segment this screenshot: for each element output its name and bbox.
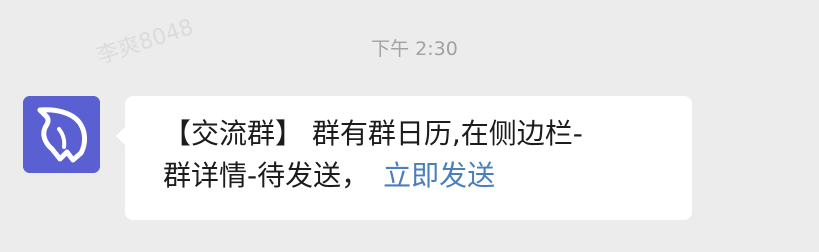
message-line-2: 群详情-待发送， 立即发送 bbox=[163, 155, 683, 197]
sender-avatar[interactable] bbox=[23, 96, 100, 173]
send-now-link[interactable]: 立即发送 bbox=[383, 159, 495, 192]
message-bubble: 【交流群】 群有群日历,在侧边栏- 群详情-待发送， 立即发送 bbox=[116, 96, 692, 220]
message-line-2-text: 群详情-待发送， bbox=[163, 159, 370, 192]
bubble-tail bbox=[116, 126, 126, 146]
message-timestamp: 下午 2:30 bbox=[371, 38, 458, 60]
chat-area: 李爽8048 下午 2:30 【交流群】 群有群日历,在侧边栏- 群详情-待发送… bbox=[0, 0, 819, 252]
message-line-1: 【交流群】 群有群日历,在侧边栏- bbox=[163, 117, 583, 150]
horse-head-logo-icon bbox=[23, 96, 100, 173]
message-text: 【交流群】 群有群日历,在侧边栏- 群详情-待发送， 立即发送 bbox=[163, 113, 683, 197]
